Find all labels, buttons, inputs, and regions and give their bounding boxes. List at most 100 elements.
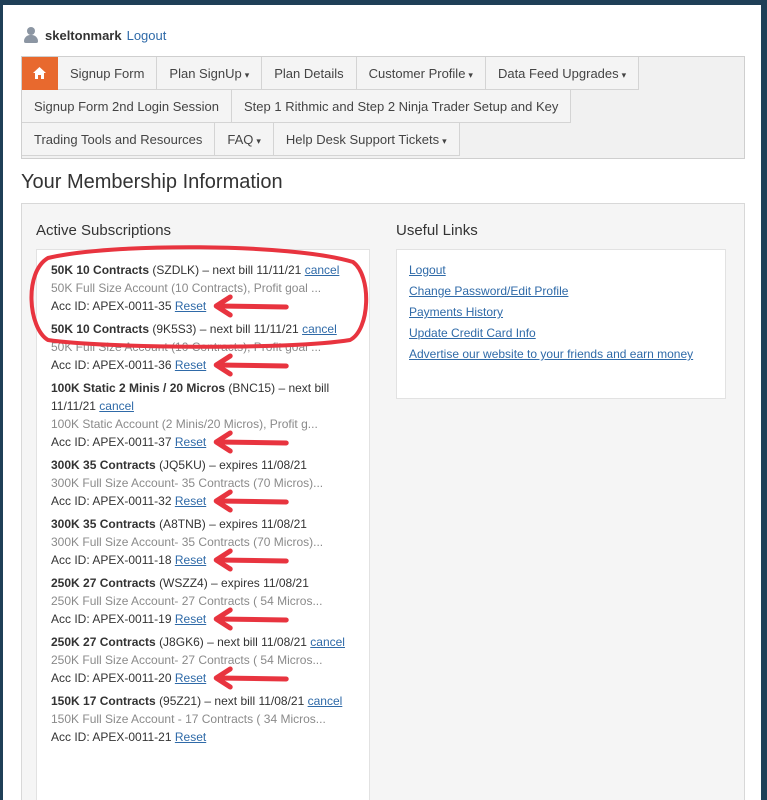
account-id-row: Acc ID: APEX-0011-18 Reset [51, 551, 351, 569]
logout-link[interactable]: Logout [127, 28, 167, 43]
account-id-row: Acc ID: APEX-0011-32 Reset [51, 492, 351, 510]
subscription-code: (WSZZ4) [159, 576, 208, 590]
account-id: Acc ID: APEX-0011-21 [51, 730, 172, 744]
caret-down-icon: ▾ [244, 70, 250, 80]
account-id: Acc ID: APEX-0011-37 [51, 435, 172, 449]
nav-item-trading-tools-and-resources[interactable]: Trading Tools and Resources [22, 123, 216, 156]
subscription-code: (95Z21) [159, 694, 202, 708]
useful-link-advertise-our-website-to-your-[interactable]: Advertise our website to your friends an… [409, 344, 713, 364]
subscription-item: 50K 10 Contracts (9K5S3) – next bill 11/… [51, 320, 351, 374]
nav-row-2: Signup Form 2nd Login Session Step 1 Rith… [22, 90, 744, 123]
subscription-code: (J8GK6) [159, 635, 204, 649]
reset-link[interactable]: Reset [175, 612, 206, 626]
caret-down-icon: ▾ [442, 136, 447, 146]
nav-item-step-1-rithmic-and-step-2-ninja-trader-setup-and-key[interactable]: Step 1 Rithmic and Step 2 Ninja Trader S… [232, 90, 572, 123]
reset-link[interactable]: Reset [175, 671, 206, 685]
subscription-header: 250K 27 Contracts (WSZZ4) – expires 11/0… [51, 574, 351, 592]
nav-item-label: Signup Form [70, 66, 145, 81]
nav-item-data-feed-upgrades[interactable]: Data Feed Upgrades ▾ [485, 57, 640, 90]
nav-item-label: Trading Tools and Resources [34, 132, 203, 147]
subscription-item: 300K 35 Contracts (A8TNB) – expires 11/0… [51, 515, 351, 569]
nav-item-plan-details[interactable]: Plan Details [262, 57, 357, 90]
nav-item-label: FAQ [227, 132, 254, 147]
nav-item-plan-signup[interactable]: Plan SignUp ▾ [157, 57, 263, 90]
account-id: Acc ID: APEX-0011-18 [51, 553, 172, 567]
cancel-link[interactable]: cancel [99, 399, 134, 413]
subscription-name: 50K 10 Contracts [51, 263, 150, 277]
nav-item-faq[interactable]: FAQ ▾ [215, 123, 274, 156]
caret-down-icon: ▾ [256, 136, 261, 146]
subscription-status: – next bill 11/08/21 [201, 694, 305, 708]
subscription-header: 50K 10 Contracts (9K5S3) – next bill 11/… [51, 320, 351, 338]
subscription-status: – expires 11/08/21 [205, 458, 307, 472]
cancel-link[interactable]: cancel [305, 263, 340, 277]
subscription-name: 150K 17 Contracts [51, 694, 156, 708]
cancel-link[interactable]: cancel [308, 694, 343, 708]
useful-link-logout[interactable]: Logout [409, 260, 713, 280]
subscription-description: 150K Full Size Account - 17 Contracts ( … [51, 712, 326, 726]
nav-item-signup-form-2nd-login-session[interactable]: Signup Form 2nd Login Session [22, 90, 233, 123]
subscription-description: 250K Full Size Account- 27 Contracts ( 5… [51, 653, 323, 667]
account-id-row: Acc ID: APEX-0011-37 Reset [51, 433, 351, 451]
cancel-link[interactable]: cancel [302, 322, 337, 336]
reset-link[interactable]: Reset [175, 299, 206, 313]
home-icon [33, 67, 46, 80]
subscription-status: – expires 11/08/21 [205, 517, 307, 531]
subscription-status: – expires 11/08/21 [207, 576, 309, 590]
subscription-header: 50K 10 Contracts (SZDLK) – next bill 11/… [51, 261, 351, 279]
subscription-status: – next bill 11/11/21 [199, 263, 302, 277]
account-id: Acc ID: APEX-0011-36 [51, 358, 172, 372]
subscription-header: 300K 35 Contracts (JQ5KU) – expires 11/0… [51, 456, 351, 474]
subscription-description: 300K Full Size Account- 35 Contracts (70… [51, 476, 324, 490]
user-icon [23, 27, 39, 43]
subscription-item: 100K Static 2 Minis / 20 Micros (BNC15) … [51, 379, 351, 451]
subscription-description: 250K Full Size Account- 27 Contracts ( 5… [51, 594, 323, 608]
nav-item-label: Step 1 Rithmic and Step 2 Ninja Trader S… [244, 99, 559, 114]
subscriptions-list: 50K 10 Contracts (SZDLK) – next bill 11/… [37, 250, 351, 746]
subscription-header: 300K 35 Contracts (A8TNB) – expires 11/0… [51, 515, 351, 533]
subscription-description: 300K Full Size Account- 35 Contracts (70… [51, 535, 324, 549]
subscription-code: (9K5S3) [152, 322, 197, 336]
user-bar: skeltonmark Logout [23, 25, 166, 45]
nav-item-customer-profile[interactable]: Customer Profile ▾ [356, 57, 486, 90]
useful-link-update-credit-card-info[interactable]: Update Credit Card Info [409, 323, 713, 343]
subscription-name: 250K 27 Contracts [51, 635, 156, 649]
subscription-description: 100K Static Account (2 Minis/20 Micros),… [51, 417, 318, 431]
cancel-link[interactable]: cancel [310, 635, 345, 649]
useful-link-change-password-edit-profile[interactable]: Change Password/Edit Profile [409, 281, 713, 301]
account-id: Acc ID: APEX-0011-19 [51, 612, 172, 626]
subscription-code: (BNC15) [228, 381, 276, 395]
account-id: Acc ID: APEX-0011-32 [51, 494, 172, 508]
account-id-row: Acc ID: APEX-0011-35 Reset [51, 297, 351, 315]
nav-item-help-desk-support-tickets[interactable]: Help Desk Support Tickets ▾ [273, 123, 460, 156]
active-subscriptions-title: Active Subscriptions [36, 222, 172, 239]
nav-item-label: Customer Profile [368, 66, 466, 81]
caret-down-icon: ▾ [621, 70, 627, 80]
account-id: Acc ID: APEX-0011-35 [51, 299, 172, 313]
nav-item-label: Plan SignUp [169, 66, 242, 81]
subscription-item: 300K 35 Contracts (JQ5KU) – expires 11/0… [51, 456, 351, 510]
subscription-header: 150K 17 Contracts (95Z21) – next bill 11… [51, 692, 351, 710]
subscription-item: 250K 27 Contracts (J8GK6) – next bill 11… [51, 633, 351, 687]
nav-home-button[interactable] [22, 57, 58, 90]
useful-links-title: Useful Links [396, 222, 478, 239]
account-id: Acc ID: APEX-0011-20 [51, 671, 172, 685]
subscription-code: (SZDLK) [152, 263, 200, 277]
useful-links-box: Logout Change Password/Edit Profile Paymen… [396, 249, 726, 399]
reset-link[interactable]: Reset [175, 358, 206, 372]
subscription-name: 250K 27 Contracts [51, 576, 156, 590]
browser-page: skeltonmark Logout Signup Form Plan SignU… [3, 5, 761, 800]
subscription-item: 250K 27 Contracts (WSZZ4) – expires 11/0… [51, 574, 351, 628]
subscription-item: 50K 10 Contracts (SZDLK) – next bill 11/… [51, 261, 351, 315]
nav-item-signup-form[interactable]: Signup Form [58, 57, 158, 90]
reset-link[interactable]: Reset [175, 553, 206, 567]
subscription-name: 300K 35 Contracts [51, 517, 156, 531]
reset-link[interactable]: Reset [175, 435, 206, 449]
reset-link[interactable]: Reset [175, 494, 206, 508]
subscription-header: 250K 27 Contracts (J8GK6) – next bill 11… [51, 633, 351, 651]
useful-link-payments-history[interactable]: Payments History [409, 302, 713, 322]
account-id-row: Acc ID: APEX-0011-19 Reset [51, 610, 351, 628]
account-id-row: Acc ID: APEX-0011-20 Reset [51, 669, 351, 687]
reset-link[interactable]: Reset [175, 730, 206, 744]
subscription-description: 50K Full Size Account (10 Contracts), Pr… [51, 281, 322, 295]
